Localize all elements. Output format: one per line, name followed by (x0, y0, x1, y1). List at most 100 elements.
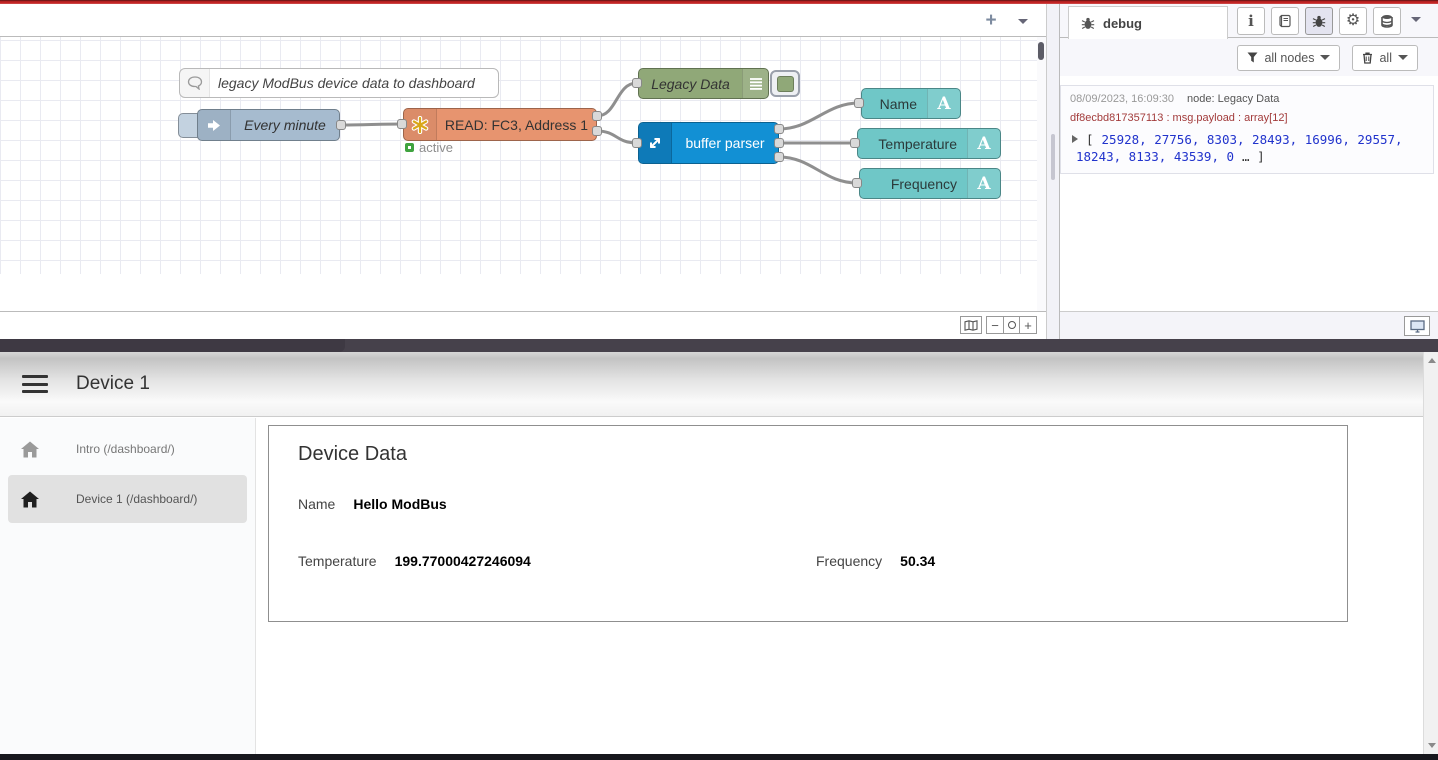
node-port[interactable] (592, 126, 602, 136)
nav-item-intro[interactable]: Intro (/dashboard/) (8, 426, 247, 472)
debug-node-label: Legacy Data (639, 69, 742, 98)
field-temperature: Temperature 199.77000427246094 (298, 553, 531, 569)
hamburger-icon (22, 383, 48, 386)
dashboard-header: Device 1 (0, 352, 1423, 417)
text-widget-icon: A (967, 129, 1000, 158)
node-port[interactable] (397, 119, 407, 129)
field-value: 199.77000427246094 (395, 553, 531, 569)
nav-item-label: Intro (/dashboard/) (76, 442, 175, 456)
debug-message: 08/09/2023, 16:09:30 node: Legacy Data d… (1060, 85, 1434, 174)
zoom-out-button[interactable]: − (986, 316, 1003, 334)
dashboard-scrollbar[interactable] (1423, 352, 1438, 754)
monitor-icon (1410, 320, 1425, 333)
dashboard-main: Device Data Name Hello ModBus Temperatur… (256, 418, 1423, 754)
field-label: Frequency (816, 553, 882, 569)
speech-bubble-icon (180, 69, 210, 97)
modbus-read-node[interactable]: READ: FC3, Address 1 (403, 108, 597, 141)
sidebar-splitter[interactable] (1046, 4, 1060, 339)
chevron-down-icon (1398, 55, 1408, 60)
node-port[interactable] (774, 124, 784, 134)
modbus-read-label: READ: FC3, Address 1 (437, 109, 596, 140)
debug-toggle-inner (777, 76, 794, 92)
inject-arrow-icon (198, 110, 231, 140)
expand-caret-icon[interactable] (1072, 135, 1078, 143)
node-port[interactable] (774, 138, 784, 148)
home-icon (20, 491, 40, 508)
node-port[interactable] (336, 120, 346, 130)
flow-canvas[interactable]: legacy ModBus device data to dashboard E… (0, 0, 1037, 274)
tab-debug[interactable]: debug (1068, 6, 1228, 39)
node-red-editor: + legacy ModBus (0, 0, 1438, 339)
home-icon (20, 441, 40, 458)
buffer-parser-node[interactable]: buffer parser (638, 122, 779, 164)
node-port[interactable] (852, 178, 862, 188)
triangle-up-icon (1428, 358, 1436, 363)
chevron-down-icon (1320, 55, 1330, 60)
ui-text-label: Temperature (858, 129, 967, 158)
help-tab-button[interactable] (1271, 7, 1299, 35)
field-frequency: Frequency 50.34 (816, 553, 935, 569)
debug-enable-toggle[interactable] (770, 70, 800, 97)
scrollbar-thumb[interactable] (1038, 42, 1044, 60)
node-port[interactable] (632, 138, 642, 148)
debug-list-icon (742, 69, 768, 98)
funnel-icon (1247, 52, 1258, 63)
navigator-map-button[interactable] (960, 316, 982, 334)
triangle-down-icon (1428, 743, 1436, 748)
debug-clear-button[interactable]: all (1352, 45, 1418, 71)
trash-icon (1362, 52, 1373, 64)
scroll-up-button[interactable] (1424, 352, 1438, 369)
message-payload: [25928, 27756, 8303, 28493, 16996, 29557… (1070, 132, 1424, 164)
inject-trigger-button[interactable] (178, 113, 198, 138)
sidebar-menu-button[interactable] (1411, 17, 1421, 22)
gear-icon: ⚙ (1346, 13, 1360, 29)
tab-debug-label: debug (1103, 16, 1142, 31)
node-port[interactable] (774, 152, 784, 162)
payload-values: 18243, 8133, 43539, 0 (1076, 149, 1234, 164)
inject-node[interactable]: Every minute (197, 109, 340, 141)
field-label: Temperature (298, 553, 377, 569)
hamburger-icon (22, 390, 48, 393)
book-icon (1278, 14, 1292, 28)
field-label: Name (298, 496, 335, 512)
comment-label: legacy ModBus device data to dashboard (210, 69, 498, 97)
dashboard-nav: Intro (/dashboard/) Device 1 (/dashboard… (0, 418, 256, 754)
text-widget-icon: A (967, 169, 1000, 198)
node-port[interactable] (854, 98, 864, 108)
nav-item-label: Device 1 (/dashboard/) (76, 492, 197, 506)
payload-bracket: [ (1086, 132, 1094, 147)
window-divider-tab (0, 339, 345, 352)
node-port[interactable] (632, 78, 642, 88)
canvas-vertical-scrollbar[interactable] (1037, 37, 1046, 311)
ui-text-node-name[interactable]: Name A (861, 88, 961, 119)
config-tab-button[interactable]: ⚙ (1339, 7, 1367, 35)
node-port[interactable] (592, 111, 602, 121)
info-tab-button[interactable]: i (1237, 7, 1265, 35)
hamburger-menu-button[interactable] (22, 375, 48, 393)
nav-item-device1[interactable]: Device 1 (/dashboard/) (8, 475, 247, 523)
field-value: 50.34 (900, 553, 935, 569)
expand-arrows-icon (639, 123, 672, 163)
debug-filter-button[interactable]: all nodes (1237, 45, 1340, 71)
ui-text-node-temperature[interactable]: Temperature A (857, 128, 1001, 159)
field-value: Hello ModBus (353, 496, 446, 512)
context-tab-button[interactable] (1373, 7, 1401, 35)
scroll-down-button[interactable] (1424, 737, 1438, 754)
comment-node[interactable]: legacy ModBus device data to dashboard (179, 68, 499, 98)
payload-bracket: … ] (1242, 149, 1265, 164)
window-bottom-edge (0, 754, 1438, 760)
window-divider (0, 339, 1438, 352)
open-in-window-button[interactable] (1404, 316, 1430, 336)
zoom-in-button[interactable]: + (1020, 316, 1037, 334)
ui-text-node-frequency[interactable]: Frequency A (859, 168, 1001, 199)
ui-text-label: Name (862, 89, 927, 118)
page-title: Device 1 (76, 373, 150, 395)
field-name: Name Hello ModBus (298, 496, 447, 512)
message-timestamp: 08/09/2023, 16:09:30 (1070, 93, 1174, 105)
splitter-grip[interactable] (1051, 134, 1055, 180)
debug-tab-button[interactable] (1305, 7, 1333, 35)
zoom-reset-button[interactable] (1003, 316, 1020, 334)
debug-node[interactable]: Legacy Data (638, 68, 769, 99)
node-red-dashboard: Device 1 Intro (/dashboard/) Device 1 (/… (0, 352, 1438, 760)
node-port[interactable] (850, 138, 860, 148)
